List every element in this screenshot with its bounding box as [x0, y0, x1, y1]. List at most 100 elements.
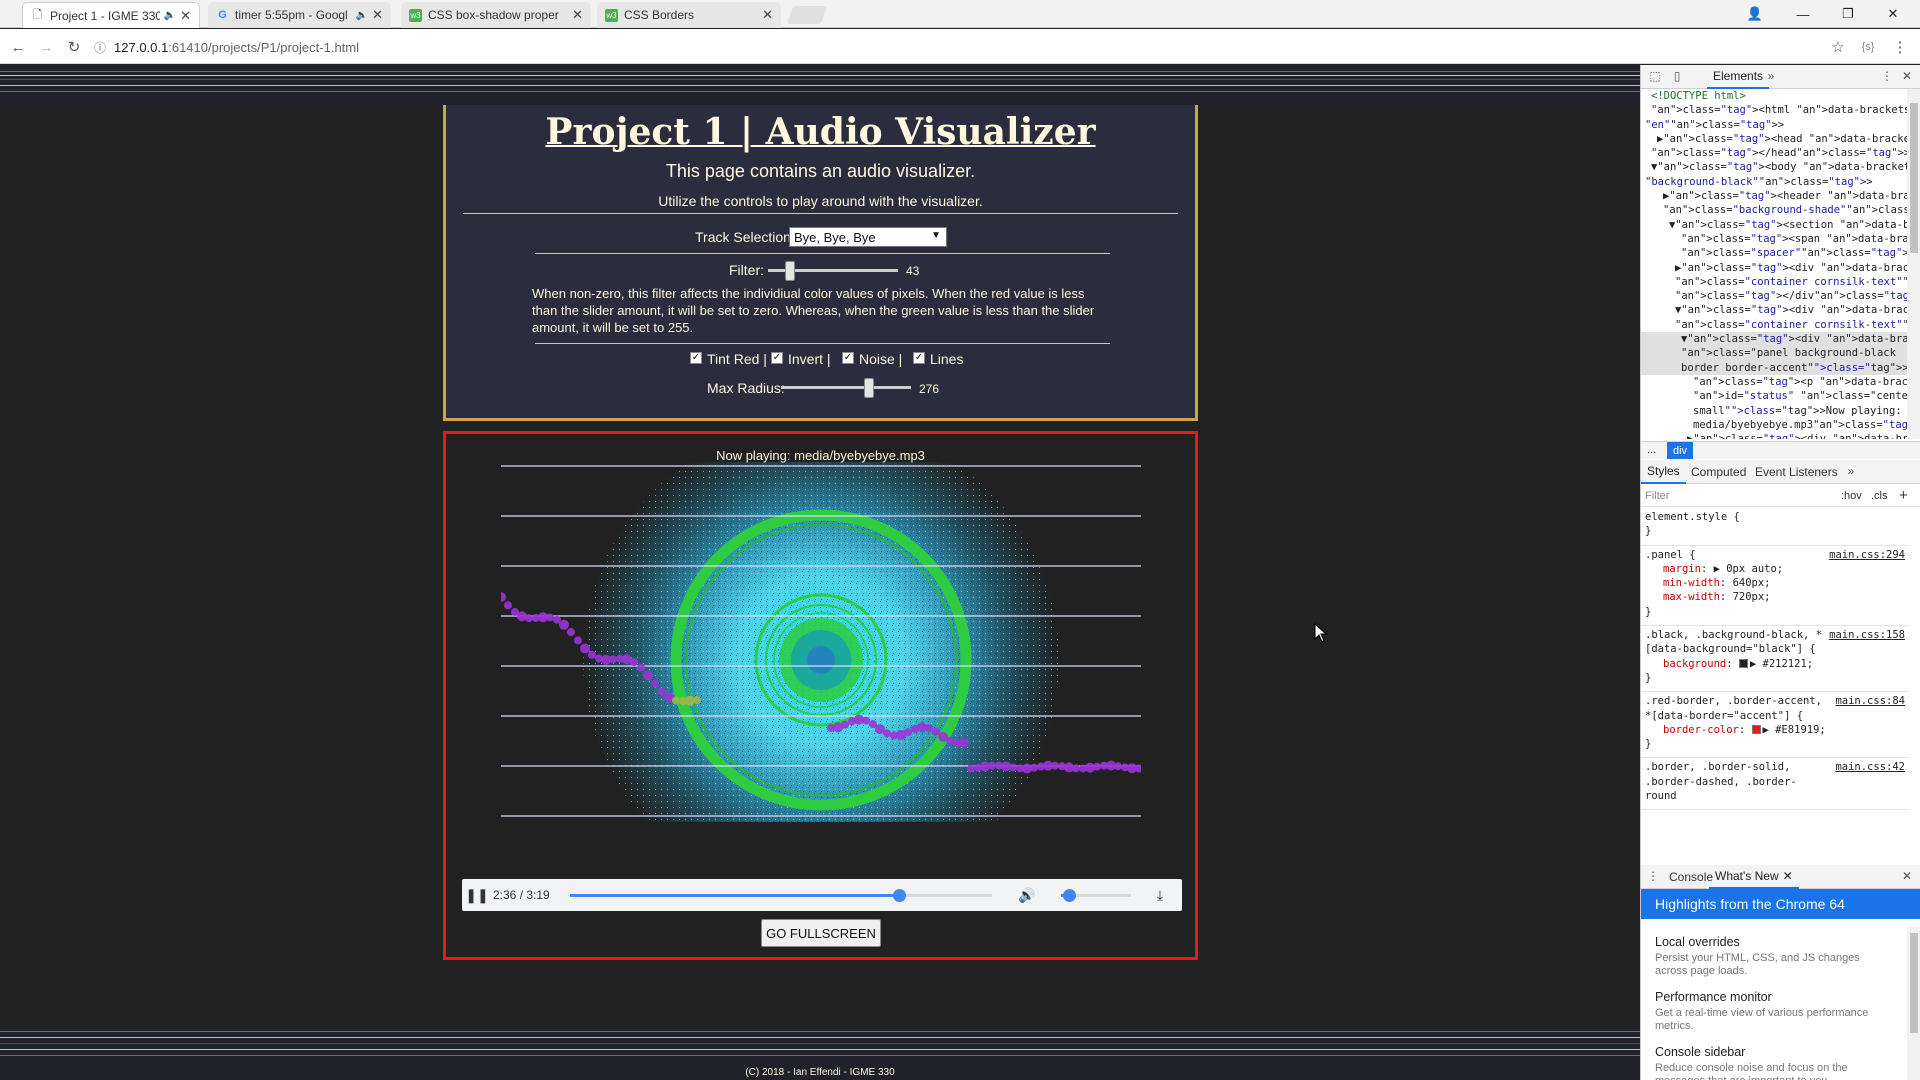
- tab-elements[interactable]: Elements: [1707, 65, 1770, 89]
- dom-node-line[interactable]: ▼"an">class="tag"><body "an">data-bracke…: [1641, 160, 1909, 174]
- close-tab-icon[interactable]: ✕: [572, 7, 583, 23]
- tab-event-listeners[interactable]: Event Listeners: [1749, 460, 1844, 484]
- download-icon[interactable]: ⤓: [1150, 885, 1170, 905]
- css-property[interactable]: min-width: 640px;: [1645, 576, 1905, 590]
- dom-node-line[interactable]: ▶"an">class="tag"><div "an">data-bracket…: [1641, 432, 1909, 439]
- close-tab-icon[interactable]: ✕: [372, 7, 383, 23]
- styles-filter-input[interactable]: Filter: [1645, 490, 1669, 502]
- dom-tree-scrollbar[interactable]: [1907, 89, 1920, 439]
- minimize-icon[interactable]: —: [1792, 4, 1814, 24]
- close-window-icon[interactable]: ✕: [1882, 4, 1904, 24]
- dom-node-line[interactable]: "an">class="tag"></div"an">class="tag">>: [1641, 289, 1909, 303]
- dom-node-line[interactable]: "an">class="tag"><span "an">data-bracket…: [1641, 232, 1909, 246]
- close-tab-icon[interactable]: ✕: [1783, 869, 1793, 883]
- dom-node-line[interactable]: "an">class="container cornsilk-text""an"…: [1641, 318, 1909, 332]
- css-property[interactable]: max-width: 720px;: [1645, 590, 1905, 604]
- styles-pane[interactable]: element.style {} .panel {main.css:294 marg…: [1641, 508, 1909, 864]
- css-rule[interactable]: .panel {main.css:294 margin: ▶ 0px auto; m…: [1641, 546, 1909, 627]
- invert-checkbox[interactable]: ✓: [771, 352, 783, 364]
- url-input[interactable]: ⓘ 127.0.0.1 :61410/projects/P1/project-1…: [94, 35, 1854, 59]
- speaker-icon[interactable]: 🔈: [164, 10, 176, 21]
- volume-slider[interactable]: [1061, 889, 1131, 902]
- reload-icon[interactable]: ↻: [64, 37, 84, 57]
- bookmark-star-icon[interactable]: ☆: [1828, 37, 1848, 57]
- css-rule[interactable]: .black, .background-black, *[data-backgr…: [1641, 626, 1909, 693]
- dom-node-line[interactable]: ▶"an">class="tag"><div "an">data-bracket…: [1641, 261, 1909, 275]
- tab-whats-new[interactable]: What's New ✕: [1709, 865, 1799, 889]
- inspect-element-icon[interactable]: ⬚: [1647, 68, 1663, 84]
- radius-slider-thumb[interactable]: [864, 378, 875, 398]
- css-property[interactable]: border-color: ▶ #E81919;: [1645, 723, 1905, 737]
- dom-node-line[interactable]: ▼"an">class="tag"><section "an">data-bra…: [1641, 218, 1909, 232]
- more-tabs-icon[interactable]: »: [1763, 68, 1779, 84]
- tab-box-shadow[interactable]: w3 CSS box-shadow proper ✕: [401, 2, 591, 28]
- tab-timer[interactable]: G timer 5:55pm - Googl 🔈 ✕: [208, 2, 391, 28]
- profile-icon[interactable]: 👤: [1744, 4, 1766, 24]
- css-property[interactable]: background: ▶ #212121;: [1645, 657, 1905, 671]
- back-icon[interactable]: ←: [8, 37, 28, 57]
- extension-icon[interactable]: {s}: [1858, 37, 1878, 57]
- class-toggle[interactable]: .cls: [1871, 490, 1888, 502]
- fullscreen-button[interactable]: GO FULLSCREEN: [761, 919, 881, 947]
- close-devtools-icon[interactable]: ✕: [1899, 68, 1915, 84]
- dom-node-line[interactable]: "an">class="spacer""an">class="tag">>"an…: [1641, 246, 1909, 260]
- color-swatch[interactable]: [1738, 658, 1748, 668]
- dom-node-line[interactable]: "an">class="tag"><html "an">data-bracket…: [1641, 103, 1909, 117]
- menu-kebab-icon[interactable]: ⋮: [1890, 37, 1910, 57]
- drawer-menu-icon[interactable]: ⋮: [1645, 868, 1661, 884]
- dom-node-line[interactable]: media/byebyebye.mp3"an">class="tag"></p"…: [1641, 418, 1909, 432]
- speaker-icon[interactable]: 🔈: [356, 10, 368, 21]
- css-source-link[interactable]: main.css:294: [1829, 548, 1905, 562]
- visualizer-canvas[interactable]: [501, 462, 1141, 822]
- dom-node-line[interactable]: "an">id="status" "an">class="center: [1641, 389, 1909, 403]
- volume-thumb[interactable]: [1063, 889, 1077, 902]
- hover-state-toggle[interactable]: :hov: [1841, 490, 1862, 502]
- css-source-link[interactable]: main.css:42: [1835, 760, 1905, 774]
- noise-checkbox[interactable]: ✓: [842, 352, 854, 364]
- whats-new-item[interactable]: Local overrides Persist your HTML, CSS, a…: [1641, 927, 1909, 982]
- tint-red-checkbox[interactable]: ✓: [690, 352, 702, 364]
- lines-checkbox[interactable]: ✓: [913, 352, 925, 364]
- dom-node-line[interactable]: ▼"an">class="tag"><div "an">data-bracket…: [1641, 332, 1909, 347]
- devtools-menu-icon[interactable]: ⋮: [1879, 68, 1895, 84]
- seek-bar[interactable]: [570, 889, 992, 902]
- track-select[interactable]: Bye, Bye, Bye ▼: [789, 227, 947, 247]
- dom-node-line[interactable]: "an">class="container cornsilk-text""an"…: [1641, 275, 1909, 289]
- css-source-link[interactable]: main.css:158: [1829, 628, 1905, 642]
- device-toolbar-icon[interactable]: ▯: [1669, 68, 1685, 84]
- whats-new-item[interactable]: Performance monitor Get a real-time view …: [1641, 982, 1909, 1037]
- more-tabs-icon[interactable]: »: [1843, 463, 1859, 479]
- close-drawer-icon[interactable]: ✕: [1899, 868, 1915, 884]
- info-icon[interactable]: ⓘ: [94, 39, 106, 56]
- tab-project-1[interactable]: 🗋 Project 1 - IGME 330 🔈 ✕: [22, 2, 200, 28]
- dom-node-line[interactable]: "an">class="tag"><p "an">data-brackets-i…: [1641, 375, 1909, 389]
- dom-node-line[interactable]: ▶"an">class="tag"><header "an">data-brac…: [1641, 189, 1909, 203]
- css-rule[interactable]: .red-border, .border-accent, *[data-bord…: [1641, 692, 1909, 759]
- volume-icon[interactable]: 🔊: [1016, 885, 1038, 905]
- close-tab-icon[interactable]: ✕: [180, 8, 191, 24]
- forward-icon[interactable]: →: [36, 37, 56, 57]
- dom-node-line[interactable]: "an">class="background-shade""an">class=…: [1641, 203, 1909, 217]
- close-tab-icon[interactable]: ✕: [762, 7, 773, 23]
- whats-new-scrollbar[interactable]: [1907, 927, 1920, 1080]
- dom-node-line[interactable]: "an">class="tag"></head"an">class="tag">…: [1641, 146, 1909, 160]
- dom-node-line[interactable]: ▶"an">class="tag"><head "an">data-bracke…: [1641, 132, 1909, 146]
- dom-node-line[interactable]: ▼"an">class="tag"><div "an">data-bracket…: [1641, 303, 1909, 317]
- dom-node-line[interactable]: "an">class="panel background-black: [1641, 346, 1909, 361]
- css-property[interactable]: margin: ▶ 0px auto;: [1645, 562, 1905, 576]
- breadcrumb-more[interactable]: ...: [1647, 444, 1656, 456]
- new-rule-icon[interactable]: +: [1899, 487, 1908, 504]
- css-source-link[interactable]: main.css:84: [1835, 694, 1905, 708]
- dom-tree[interactable]: <!DOCTYPE html> "an">class="tag"><html "a…: [1641, 89, 1909, 439]
- whats-new-item[interactable]: Console sidebar Reduce console noise and …: [1641, 1037, 1909, 1080]
- dom-node-line[interactable]: small"">class="tag">>Now playing:: [1641, 404, 1909, 418]
- new-tab-button[interactable]: [786, 6, 828, 24]
- breadcrumb-div[interactable]: div: [1667, 442, 1693, 459]
- filter-slider-thumb[interactable]: [785, 261, 796, 281]
- dom-node-line[interactable]: <!DOCTYPE html>: [1641, 89, 1909, 103]
- css-rule[interactable]: element.style {}: [1641, 508, 1909, 546]
- dom-node-line[interactable]: "en""an">class="tag">>: [1641, 118, 1909, 132]
- css-rule[interactable]: .border, .border-solid, .border-dashed, …: [1641, 758, 1909, 811]
- dom-node-line[interactable]: border border-accent"">class="tag">> == …: [1641, 360, 1909, 375]
- seek-bar-thumb[interactable]: [893, 889, 907, 902]
